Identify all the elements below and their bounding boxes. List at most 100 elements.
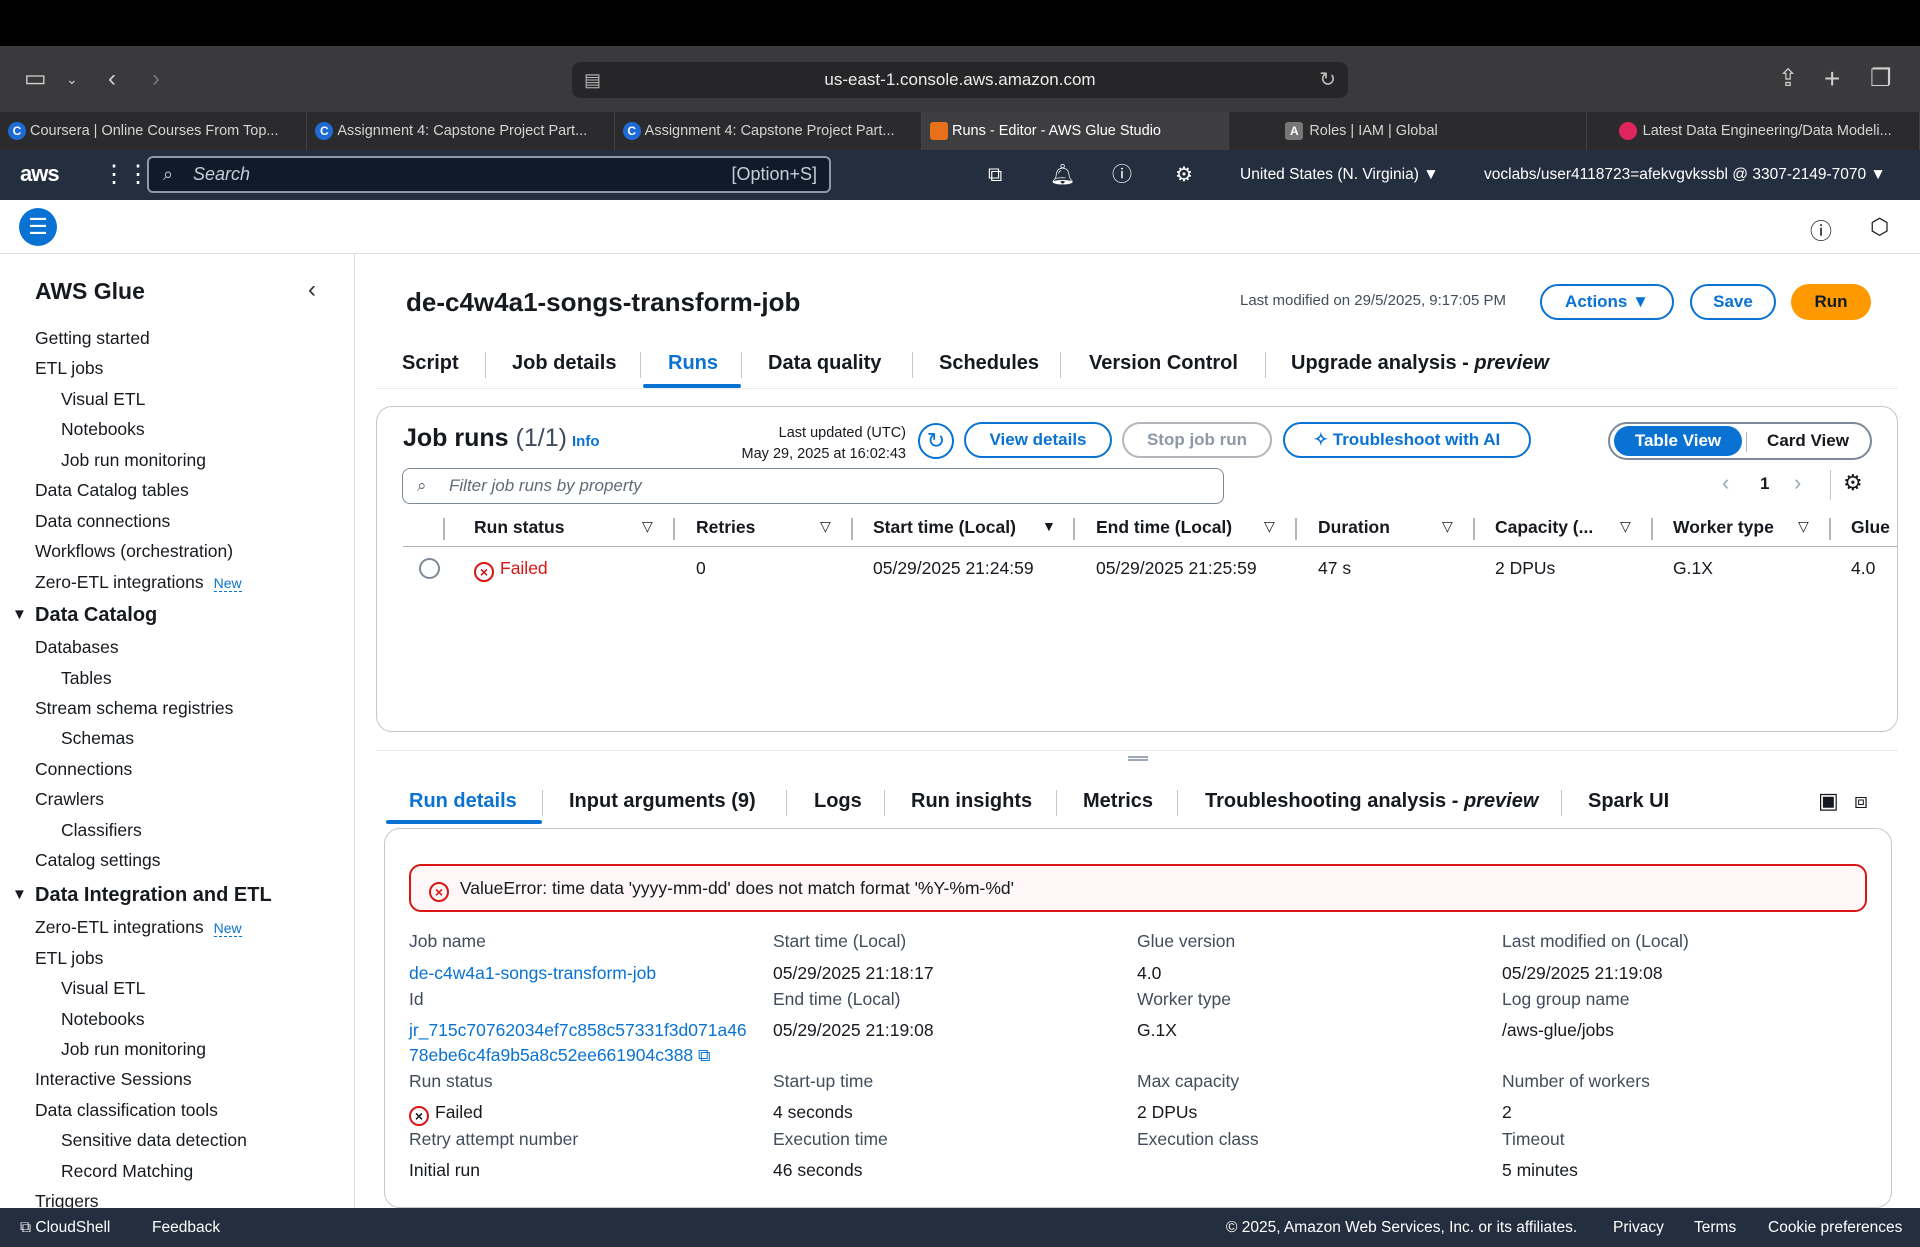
copy-icon[interactable]: ⧉ [698, 1045, 711, 1065]
sort-icon[interactable]: ▽ [820, 518, 831, 535]
column-header[interactable]: Capacity (... [1495, 517, 1593, 538]
column-header[interactable]: End time (Local) [1096, 517, 1232, 538]
card-view-toggle[interactable]: Card View [1748, 426, 1868, 456]
sidebar-item[interactable]: ETL jobs [35, 358, 103, 379]
reload-icon[interactable]: ↻ [1319, 62, 1336, 98]
collapse-sidebar-icon[interactable]: ‹ [308, 276, 316, 304]
filter-input[interactable]: ⌕ Filter job runs by property [402, 468, 1224, 504]
sidebar-item[interactable]: Tables [61, 668, 112, 689]
sidebar-item[interactable]: Notebooks [61, 419, 145, 440]
sort-active-icon[interactable]: ▼ [1042, 518, 1056, 534]
tab-job-details[interactable]: Job details [512, 352, 616, 375]
bell-icon[interactable]: 🔔︎ [1050, 150, 1075, 200]
tab-logs[interactable]: Logs [814, 790, 862, 813]
tab-input-arguments[interactable]: Input arguments (9) [569, 790, 756, 813]
sidebar-item[interactable]: Data connections [35, 511, 170, 532]
chevron-down-icon[interactable]: ⌄ [66, 46, 78, 112]
column-header[interactable]: Glue v [1851, 517, 1895, 538]
new-tab-icon[interactable]: + [1824, 46, 1840, 112]
sidebar-item[interactable]: Visual ETL [61, 978, 145, 999]
prev-page-icon[interactable]: ‹ [1722, 470, 1729, 496]
sidebar-item[interactable]: Workflows (orchestration) [35, 541, 233, 562]
cookie-preferences-link[interactable]: Cookie preferences [1768, 1208, 1902, 1247]
menu-icon[interactable]: ☰ [19, 208, 57, 246]
tab-upgrade-analysis[interactable]: Upgrade analysis - preview [1291, 352, 1549, 375]
browser-tab[interactable]: A Roles | IAM | Global [1229, 112, 1587, 150]
browser-tab[interactable]: C Coursera | Online Courses From Top... [0, 112, 308, 150]
share-icon[interactable]: ⇪ [1778, 46, 1798, 112]
sort-icon[interactable]: ▽ [1442, 518, 1453, 535]
panel-full-icon[interactable]: ⧈ [1854, 788, 1868, 814]
sidebar-item[interactable]: Record Matching [61, 1161, 193, 1182]
stop-job-run-button[interactable]: Stop job run [1122, 422, 1272, 458]
sidebar-item[interactable]: Catalog settings [35, 850, 161, 871]
row-select-radio[interactable] [419, 558, 440, 579]
column-header[interactable]: Worker type [1673, 517, 1774, 538]
gear-icon[interactable]: ⚙ [1175, 150, 1193, 200]
sidebar-item[interactable]: Stream schema registries [35, 698, 233, 719]
table-settings-icon[interactable]: ⚙ [1843, 470, 1863, 496]
view-details-button[interactable]: View details [964, 422, 1112, 458]
back-icon[interactable]: ‹ [108, 46, 116, 112]
sort-icon[interactable]: ▽ [642, 518, 653, 535]
tab-run-insights[interactable]: Run insights [911, 790, 1032, 813]
column-header[interactable]: Start time (Local) [873, 517, 1016, 538]
sidebar-item[interactable]: Job run monitoring [61, 1039, 206, 1060]
sort-icon[interactable]: ▽ [1620, 518, 1631, 535]
privacy-link[interactable]: Privacy [1613, 1208, 1664, 1247]
sidebar-item[interactable]: Sensitive data detection [61, 1130, 247, 1151]
actions-button[interactable]: Actions ▼ [1540, 284, 1674, 320]
sidebar-item[interactable]: Connections [35, 759, 132, 780]
expand-arrow-icon[interactable]: ▼ [12, 886, 27, 903]
tab-run-details[interactable]: Run details [409, 790, 517, 813]
info-link[interactable]: Info [572, 433, 600, 450]
tab-spark-ui[interactable]: Spark UI [1588, 790, 1669, 813]
expand-arrow-icon[interactable]: ▼ [12, 606, 27, 623]
sidebar-toggle-icon[interactable]: ▭ [24, 46, 47, 112]
tab-troubleshooting-analysis[interactable]: Troubleshooting analysis - preview [1205, 790, 1538, 813]
next-page-icon[interactable]: › [1794, 470, 1801, 496]
table-view-toggle[interactable]: Table View [1614, 426, 1742, 456]
browser-tab[interactable]: C Assignment 4: Capstone Project Part... [307, 112, 615, 150]
sidebar-item[interactable]: Interactive Sessions [35, 1069, 192, 1090]
page-number[interactable]: 1 [1760, 474, 1769, 494]
forward-icon[interactable]: › [152, 46, 160, 112]
address-bar[interactable]: ▤ us-east-1.console.aws.amazon.com ↻ [572, 62, 1348, 98]
tab-version-control[interactable]: Version Control [1089, 352, 1238, 375]
tab-data-quality[interactable]: Data quality [768, 352, 881, 375]
info-icon[interactable]: ⓘ [1810, 214, 1832, 246]
column-header[interactable]: Run status [474, 517, 564, 538]
refresh-button[interactable]: ↻ [918, 423, 954, 459]
browser-tab[interactable]: C Assignment 4: Capstone Project Part... [615, 112, 922, 150]
job-name-link[interactable]: de-c4w4a1-songs-transform-job [409, 963, 656, 984]
tab-runs[interactable]: Runs [668, 352, 718, 375]
sidebar-item[interactable]: Zero-ETL integrations New [35, 917, 242, 938]
browser-tab-active[interactable]: Runs - Editor - AWS Glue Studio [921, 112, 1230, 150]
sidebar-section-heading[interactable]: Data Integration and ETL [35, 884, 272, 907]
region-selector[interactable]: United States (N. Virginia) ▼ [1240, 150, 1439, 200]
tab-metrics[interactable]: Metrics [1083, 790, 1153, 813]
sidebar-item[interactable]: Visual ETL [61, 389, 145, 410]
run-id-line1[interactable]: jr_715c70762034ef7c858c57331f3d071a46 [409, 1020, 747, 1041]
resize-handle[interactable] [1128, 756, 1148, 761]
sidebar-item[interactable]: Crawlers [35, 789, 104, 810]
feedback-link[interactable]: Feedback [152, 1208, 220, 1247]
aws-logo[interactable]: aws [20, 150, 60, 198]
troubleshoot-ai-button[interactable]: ✧ Troubleshoot with AI [1283, 422, 1531, 458]
run-id-line2[interactable]: 78ebe6c4fa9b5a8c52ee661904c388 ⧉ [409, 1045, 711, 1066]
panel-bottom-icon[interactable]: ▣ [1818, 788, 1839, 814]
sidebar-section-heading[interactable]: Data Catalog [35, 604, 157, 627]
tab-script[interactable]: Script [402, 352, 459, 375]
sort-icon[interactable]: ▽ [1264, 518, 1275, 535]
column-header[interactable]: Duration [1318, 517, 1390, 538]
run-button[interactable]: Run [1791, 284, 1871, 320]
sidebar-item[interactable]: ETL jobs [35, 948, 103, 969]
browser-tab[interactable]: Latest Data Engineering/Data Modeli... [1587, 112, 1920, 150]
cloudshell-link[interactable]: ⧉ CloudShell [20, 1208, 110, 1247]
site-settings-icon[interactable]: ▤ [584, 62, 601, 98]
sidebar-item[interactable]: Zero-ETL integrations New [35, 572, 242, 593]
sidebar-item[interactable]: Job run monitoring [61, 450, 206, 471]
sidebar-item[interactable]: Data Catalog tables [35, 480, 189, 501]
sidebar-item[interactable]: Getting started [35, 328, 150, 349]
account-menu[interactable]: voclabs/user4118723=afekvgvkssbl @ 3307-… [1484, 150, 1886, 200]
